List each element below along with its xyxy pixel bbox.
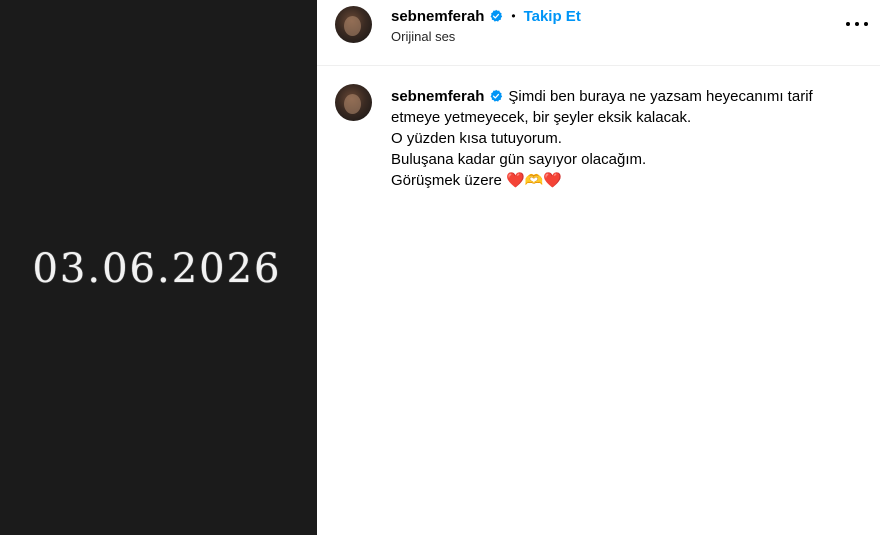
author-username[interactable]: sebnemferah bbox=[391, 8, 484, 25]
post-header: sebnemferah • Takip Et Orijinal ses bbox=[317, 0, 880, 66]
post-media[interactable]: 03.06.2026 bbox=[0, 0, 317, 535]
media-date-text: 03.06.2026 bbox=[32, 245, 282, 292]
more-dot bbox=[846, 22, 850, 26]
verified-badge-icon bbox=[490, 89, 503, 102]
separator-dot: • bbox=[511, 9, 516, 23]
caption-text-line: O yüzden kısa tutuyorum. bbox=[391, 130, 562, 147]
more-options-icon[interactable] bbox=[846, 16, 868, 32]
caption-text-line: etmeye yetmeyecek, bir şeyler eksik kala… bbox=[391, 109, 692, 126]
caption-text-line: Şimdi ben buraya ne yazsam heyecanımı ta… bbox=[508, 88, 813, 105]
author-avatar[interactable] bbox=[335, 6, 372, 43]
caption-username[interactable]: sebnemferah bbox=[391, 88, 484, 105]
caption-author-avatar[interactable] bbox=[335, 84, 372, 121]
follow-button[interactable]: Takip Et bbox=[524, 8, 581, 25]
caption-text-line: Buluşana kadar gün sayıyor olacağım. bbox=[391, 151, 647, 168]
verified-badge-icon bbox=[490, 9, 503, 22]
caption-text-line: Görüşmek üzere ❤️🫶❤️ bbox=[391, 172, 563, 189]
caption-first-line: sebnemferah Şimdi ben buraya ne yazsam h… bbox=[391, 86, 861, 107]
post-side-panel: sebnemferah • Takip Et Orijinal ses sebn… bbox=[317, 0, 880, 535]
more-dot bbox=[864, 22, 868, 26]
caption-body: sebnemferah Şimdi ben buraya ne yazsam h… bbox=[391, 86, 861, 191]
more-dot bbox=[855, 22, 859, 26]
header-title-row: sebnemferah • Takip Et bbox=[391, 6, 581, 26]
audio-subtitle[interactable]: Orijinal ses bbox=[391, 29, 455, 44]
